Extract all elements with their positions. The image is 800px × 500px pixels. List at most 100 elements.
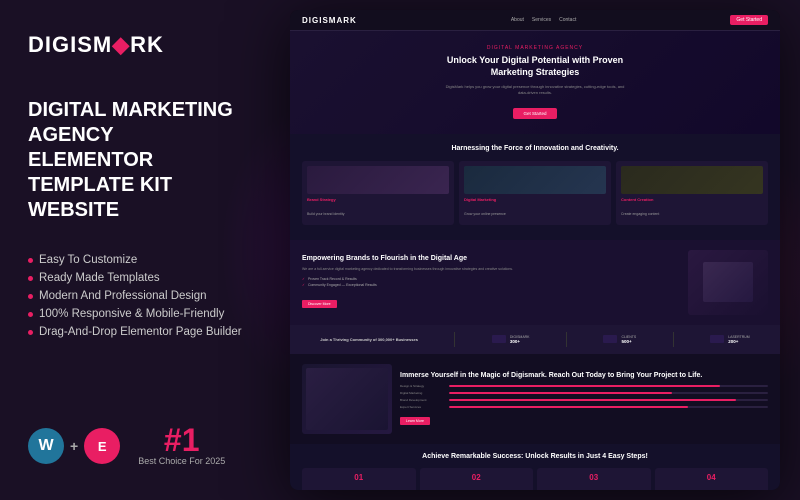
number-label: #1	[164, 424, 200, 456]
about-text: Empowering Brands to Flourish in the Dig…	[302, 254, 678, 310]
about-cta-button[interactable]: Discover More	[302, 300, 337, 308]
service-card-3: Content Creation Create engaging content	[616, 161, 768, 225]
step-num-2: 02	[425, 473, 529, 482]
stat-item-1: DIGISMARK 300+	[492, 335, 530, 344]
stats-community-label: Join a Thriving Community of 300,000+ Bu…	[320, 337, 418, 342]
mini-stats-bar: Join a Thriving Community of 300,000+ Bu…	[290, 325, 780, 354]
stat-icon-1	[492, 335, 506, 343]
services-title: Harnessing the Force of Innovation and C…	[302, 144, 768, 153]
process-img-inner	[306, 368, 388, 430]
bar-track-1	[449, 385, 768, 387]
feature-item-3: Modern And Professional Design	[28, 287, 252, 305]
mini-process-section: Immerse Yourself in the Magic of Digisma…	[290, 354, 780, 444]
process-bars: Design & Strategy Digital Marketing	[400, 384, 768, 409]
nav-link-2: Services	[532, 17, 551, 23]
step-2: 02 Discover & Analyse	[420, 468, 534, 490]
wp-elementor-logos: W + E	[28, 428, 120, 464]
tagline: DIGITAL MARKETING AGENCY ELEMENTOR TEMPL…	[28, 98, 252, 223]
services-cards-grid: Brand Strategy Build your brand identity…	[302, 161, 768, 225]
step-num-1: 01	[307, 473, 411, 482]
stat-count-1: 300+	[510, 339, 530, 344]
service-card-text-3: Create engaging content	[621, 212, 659, 216]
bar-fill-1	[449, 385, 720, 387]
best-choice-text: Best Choice For 2025	[138, 456, 225, 468]
stat-item-2: CLIENTS 500+	[603, 335, 636, 344]
hero-desc: DigisMark helps you grow your digital pr…	[445, 84, 625, 95]
feature-item-2: Ready Made Templates	[28, 269, 252, 287]
stats-divider-3	[673, 332, 674, 347]
mini-nav-logo: DIGISMARK	[302, 16, 357, 25]
website-preview: DIGISMARK About Services Contact Get Sta…	[290, 10, 780, 490]
mini-steps-section: Achieve Remarkable Success: Unlock Resul…	[290, 444, 780, 490]
stat-item-3: LASERTRUM 200+	[710, 335, 750, 344]
service-card-label-1: Brand Strategy	[307, 197, 449, 202]
service-card-img-1	[307, 166, 449, 194]
mini-services-section: Harnessing the Force of Innovation and C…	[290, 134, 780, 240]
feature-item-5: Drag-And-Drop Elementor Page Builder	[28, 323, 252, 341]
service-card-label-2: Digital Marketing	[464, 197, 606, 202]
bar-fill-2	[449, 392, 672, 394]
step-1: 01 Free Consultation	[302, 468, 416, 490]
bar-track-2	[449, 392, 768, 394]
mini-nav: DIGISMARK About Services Contact Get Sta…	[290, 10, 780, 31]
service-card-2: Digital Marketing Grow your online prese…	[459, 161, 611, 225]
about-desc: We are a full-service digital marketing …	[302, 267, 678, 272]
service-card-img-2	[464, 166, 606, 194]
nav-link-3: Contact	[559, 17, 576, 23]
logo: DIGISM◆RK	[28, 32, 252, 58]
bottom-section: W + E #1 Best Choice For 2025	[28, 424, 252, 468]
bar-label-2: Digital Marketing	[400, 391, 445, 395]
bar-label-1: Design & Strategy	[400, 384, 445, 388]
step-num-3: 03	[542, 473, 646, 482]
about-title: Empowering Brands to Flourish in the Dig…	[302, 254, 678, 263]
about-feature-1: Proven Track Record & Results	[302, 277, 678, 281]
plus-icon: +	[70, 438, 78, 454]
step-4: 04 Measuring & Reporting	[655, 468, 769, 490]
about-feature-2: Community Engaged — Exceptional Results	[302, 283, 678, 287]
process-text: Immerse Yourself in the Magic of Digisma…	[400, 371, 768, 427]
feature-item-4: 100% Responsive & Mobile-Friendly	[28, 305, 252, 323]
bar-fill-3	[449, 399, 736, 401]
number-one-badge: #1 Best Choice For 2025	[138, 424, 225, 468]
stats-divider-1	[454, 332, 455, 347]
bar-track-4	[449, 406, 768, 408]
bar-track-3	[449, 399, 768, 401]
mini-about-section: Empowering Brands to Flourish in the Dig…	[290, 240, 780, 325]
service-card-1: Brand Strategy Build your brand identity	[302, 161, 454, 225]
hero-title: Unlock Your Digital Potential with Prove…	[425, 55, 645, 78]
step-num-4: 04	[660, 473, 764, 482]
mini-nav-cta[interactable]: Get Started	[730, 15, 768, 25]
stat-icon-2	[603, 335, 617, 343]
bar-label-3: Brand Development	[400, 398, 445, 402]
mini-hero-section: DIGITAL MARKETING AGENCY Unlock Your Dig…	[290, 31, 780, 134]
service-card-img-3	[621, 166, 763, 194]
elementor-icon: E	[84, 428, 120, 464]
step-3: 03 Purchase & Promote	[537, 468, 651, 490]
bar-fill-4	[449, 406, 688, 408]
service-card-text-1: Build your brand identity	[307, 212, 345, 216]
about-image	[688, 250, 768, 315]
bar-row-4: Expert Services	[400, 405, 768, 409]
hero-cta-button[interactable]: Get Started	[513, 108, 556, 119]
feature-item-1: Easy To Customize	[28, 251, 252, 269]
bar-row-2: Digital Marketing	[400, 391, 768, 395]
bar-row-1: Design & Strategy	[400, 384, 768, 388]
hero-subtitle: DIGITAL MARKETING AGENCY	[306, 45, 764, 51]
nav-link-1: About	[511, 17, 524, 23]
service-card-label-3: Content Creation	[621, 197, 763, 202]
steps-grid: 01 Free Consultation 02 Discover & Analy…	[302, 468, 768, 490]
stats-divider-2	[566, 332, 567, 347]
logo-text: DIGISM◆RK	[28, 32, 164, 58]
mini-nav-links: About Services Contact	[511, 17, 577, 23]
tagline-line1: DIGITAL MARKETING AGENCY ELEMENTOR TEMPL…	[28, 98, 252, 223]
right-panel: DIGISMARK About Services Contact Get Sta…	[280, 0, 800, 500]
features-list: Easy To Customize Ready Made Templates M…	[28, 251, 252, 341]
process-cta-button[interactable]: Learn More	[400, 417, 430, 425]
bar-label-4: Expert Services	[400, 405, 445, 409]
steps-title: Achieve Remarkable Success: Unlock Resul…	[302, 452, 768, 461]
about-features-list: Proven Track Record & Results Community …	[302, 277, 678, 287]
left-panel: DIGISM◆RK DIGITAL MARKETING AGENCY ELEME…	[0, 0, 280, 500]
browser-mockup: DIGISMARK About Services Contact Get Sta…	[290, 10, 780, 490]
logo-mark: ◆	[112, 32, 130, 57]
process-title: Immerse Yourself in the Magic of Digisma…	[400, 371, 768, 380]
